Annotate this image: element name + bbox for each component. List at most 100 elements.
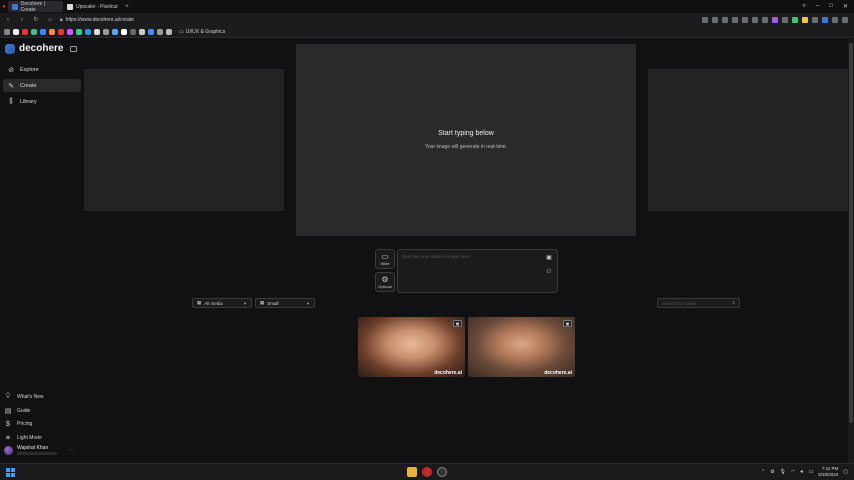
user-profile[interactable]: Wajahat Khan ··· (4, 445, 74, 455)
sidebar-footer-guide[interactable]: ▤ Guide (4, 407, 31, 415)
reload-icon[interactable]: ↻ (32, 16, 40, 23)
search-icon[interactable]: ⌕ (803, 3, 806, 10)
maximize-icon[interactable]: □ (829, 3, 833, 10)
clock-date: 5/18/2024 (818, 472, 839, 477)
browser-menu-icon[interactable]: ● (0, 4, 8, 10)
microphone-icon[interactable]: 🎙︎ (780, 469, 786, 475)
window-controls: ⌕ – □ ✕ (803, 3, 854, 10)
extension-icon[interactable] (722, 16, 728, 23)
bookmark-icon[interactable] (130, 28, 136, 35)
sidebar-footer-light-mode[interactable]: ☀ Light Mode (4, 434, 42, 442)
extension-icon[interactable] (812, 16, 818, 23)
bookmark-icon[interactable] (4, 28, 10, 35)
sidebar-item-explore[interactable]: ⊘ Explore (3, 63, 81, 76)
bookmark-icon[interactable] (166, 28, 172, 35)
notifications-icon[interactable]: ▢ (843, 469, 848, 475)
brand-logo[interactable]: decohere (5, 43, 63, 54)
grid-icon: ▦ (260, 300, 265, 305)
compass-icon: ⊘ (8, 66, 14, 74)
extension-icon[interactable] (752, 16, 758, 23)
sidebar-item-library[interactable]: ⫼ Library (3, 95, 81, 108)
search-icon[interactable]: ⌕ (732, 300, 735, 306)
extension-icon[interactable] (802, 16, 808, 23)
gallery-image[interactable]: ▣ decohere.ai (358, 317, 465, 377)
size-filter-select[interactable]: ▦ Small ▼ (255, 298, 315, 308)
bookmark-icon[interactable] (148, 28, 154, 35)
bookmark-icon[interactable] (85, 28, 91, 35)
bookmark-icon[interactable] (22, 28, 28, 35)
minimize-icon[interactable]: – (816, 3, 819, 10)
windows-start-icon[interactable] (6, 468, 15, 477)
canvas-subtitle: Your image will generate in real-time. (424, 144, 508, 150)
bookmark-icon[interactable] (139, 28, 145, 35)
media-search-input[interactable]: Search for media ⌕ (657, 298, 740, 308)
prompt-input[interactable]: Describe your desired image here... (402, 254, 473, 259)
aspect-ratio-button[interactable]: ▭ Wide (375, 249, 395, 269)
forward-icon[interactable]: › (18, 17, 26, 23)
sidebar-footer-whats-new[interactable]: 💡︎ What's New (4, 393, 44, 401)
extension-icon[interactable] (732, 16, 738, 23)
image-action-icon[interactable]: ▣ (563, 320, 572, 327)
bookmark-icon[interactable] (157, 28, 163, 35)
prompt-box[interactable]: Describe your desired image here... ▣ ⚇ (397, 249, 558, 293)
bookmark-icon[interactable] (76, 28, 82, 35)
battery-icon[interactable]: ▭ (809, 469, 814, 475)
tab-pixelcut[interactable]: Upscaler - Pixelcut (63, 1, 123, 12)
back-icon[interactable]: ‹ (4, 17, 12, 23)
bookmark-icon[interactable] (13, 28, 19, 35)
scrollbar-thumb[interactable] (849, 43, 853, 423)
url-field[interactable]: 🔒︎ https://www.decohere.ai/create (60, 17, 134, 23)
aspect-ratio-label: Wide (380, 260, 390, 266)
clock[interactable]: 7:11 PM 5/18/2024 (818, 466, 838, 478)
bookmark-icon[interactable] (58, 28, 64, 35)
settings-icon[interactable]: ⚙ (770, 469, 774, 475)
new-tab-icon[interactable]: + (123, 4, 131, 10)
extension-icon[interactable] (702, 16, 708, 23)
media-player-icon[interactable] (437, 467, 447, 477)
close-icon[interactable]: ✕ (843, 3, 848, 10)
wifi-icon[interactable]: ◠ (791, 469, 795, 475)
volume-icon[interactable]: 🔊︎ (800, 469, 803, 475)
bookmark-icon[interactable] (112, 28, 118, 35)
folder-icon: ▭ (179, 28, 184, 35)
extension-icon[interactable] (842, 16, 848, 23)
user-info: Wajahat Khan (17, 445, 57, 455)
file-explorer-icon[interactable] (407, 467, 417, 477)
bookmark-icon[interactable] (40, 28, 46, 35)
extension-icon[interactable] (772, 16, 778, 23)
bookmark-icon[interactable] (67, 28, 73, 35)
next-image-panel[interactable] (648, 69, 848, 211)
gallery-image[interactable]: ▣ decohere.ai (468, 317, 575, 377)
extension-icon[interactable] (832, 16, 838, 23)
tab-decohere[interactable]: Decohere | Create (8, 1, 63, 13)
extension-icon[interactable] (822, 16, 828, 23)
lightbulb-icon: 💡︎ (5, 393, 11, 400)
add-character-icon[interactable]: ⚇ (545, 268, 553, 276)
bookmark-icon[interactable] (94, 28, 100, 35)
options-button[interactable]: ⚙ Options (375, 272, 395, 292)
bookmark-folder[interactable]: ▭ UI/UX & Graphics (179, 29, 225, 35)
pencil-icon: ✎ (8, 82, 14, 90)
collapse-sidebar-icon[interactable] (70, 46, 77, 52)
extension-icon[interactable] (782, 16, 788, 23)
more-options-icon[interactable]: ··· (69, 447, 74, 453)
media-filter-select[interactable]: ▦ All media ▼ (192, 298, 252, 308)
bookmark-icon[interactable] (31, 28, 37, 35)
extension-icon[interactable] (712, 16, 718, 23)
home-icon[interactable]: ⌂ (46, 17, 54, 23)
extension-icon[interactable] (762, 16, 768, 23)
extension-icon[interactable] (742, 16, 748, 23)
sidebar-item-create[interactable]: ✎ Create (3, 79, 81, 92)
chevron-up-icon[interactable]: ⌃ (761, 469, 765, 475)
extension-icon[interactable] (792, 16, 798, 23)
image-action-icon[interactable]: ▣ (453, 320, 462, 327)
sidebar-footer-pricing[interactable]: $ Pricing (4, 420, 32, 428)
bookmark-icon[interactable] (103, 28, 109, 35)
sidebar: decohere ⊘ Explore ✎ Create ⫼ Library 💡︎… (0, 39, 84, 463)
image-upload-icon[interactable]: ▣ (545, 254, 553, 262)
bookmark-icon[interactable] (49, 28, 55, 35)
bookmark-icon[interactable] (121, 28, 127, 35)
opera-browser-icon[interactable] (422, 467, 432, 477)
previous-image-panel[interactable] (84, 69, 284, 211)
page-scrollbar[interactable] (848, 39, 854, 463)
